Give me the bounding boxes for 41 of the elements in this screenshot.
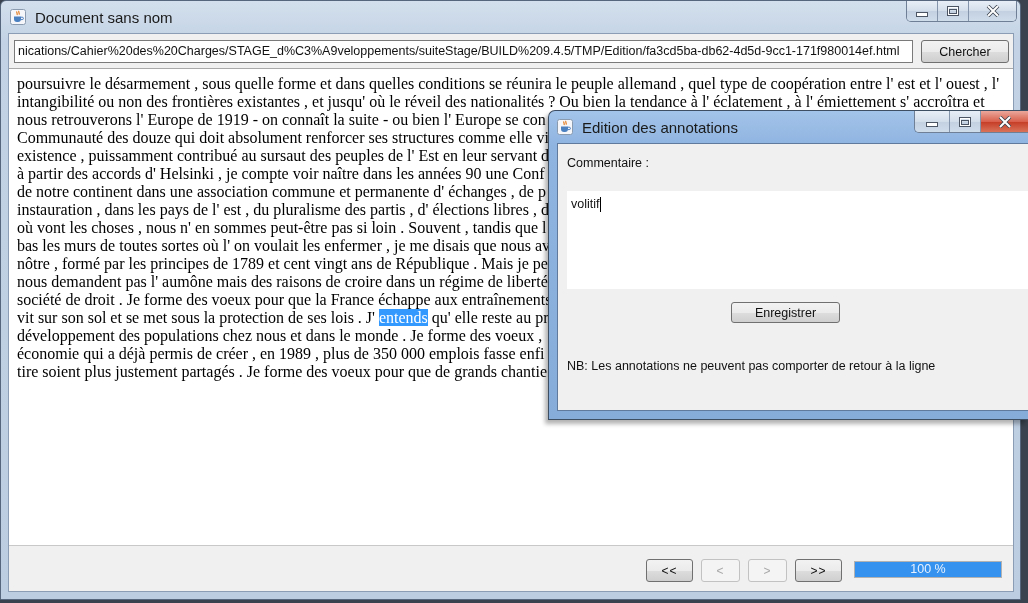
maximize-icon [959, 116, 971, 127]
text-line: développement des populations chez nous et dans le monde . Je forme des voeux , [17, 327, 543, 345]
text-line: existence , puissamment contribué au sursaut des peuples de l' Est en leur servant d [17, 147, 550, 165]
comment-field[interactable]: volitif [567, 191, 1028, 289]
text-line: nous retrouverons l' Europe de 1919 - on connaît la suite - ou bien l' Europe se con [17, 111, 546, 129]
close-icon [985, 5, 1000, 17]
text-line: nous demandent pas l' aumône mais des raisons de croire dans un régime de liberté [17, 273, 548, 291]
text-line: instauration , dans les pays de l' est , du pluralisme des partis , d' élections libres , d [17, 201, 549, 219]
close-button[interactable] [969, 1, 1016, 21]
text-line: Communauté des douze qui doit absolument renforcer ses structures comme elle vi [17, 129, 549, 147]
maximize-button[interactable] [938, 1, 969, 21]
minimize-button[interactable] [915, 111, 950, 132]
maximize-icon [947, 6, 959, 16]
close-button[interactable] [981, 111, 1028, 132]
window-title: Document sans nom [35, 8, 173, 26]
close-icon [997, 115, 1012, 128]
coffee-cup-icon [557, 119, 573, 135]
coffee-cup-icon [10, 9, 26, 25]
page-nav-button[interactable]: >> [795, 559, 842, 582]
text-line: nôtre , formé par les principes de 1789 et cent vingt ans de République . Mais je pe [17, 255, 548, 273]
save-button[interactable]: Enregistrer [731, 302, 840, 323]
search-button[interactable]: Chercher [921, 40, 1009, 63]
text-line: intangibilité ou non des frontières existantes , et jusqu' où le réveil des nationalités ? Ou bien la tendance à l' éclatement , à l' émiettement s' accroîtra et [17, 93, 985, 111]
minimize-button[interactable] [907, 1, 938, 21]
text-line: poursuivre le désarmement , sous quelle forme et dans quelles conditions se réunira le peuple allemand , quel type de coopération entre l' est et l' ouest , l' [17, 75, 1000, 93]
maximize-button[interactable] [950, 111, 981, 132]
dialog-title: Edition des annotations [582, 118, 738, 136]
minimize-icon [926, 122, 938, 127]
text-line: de notre continent dans une association commune et permanente d' échanges , de p [17, 183, 546, 201]
text-line: société de droit . Je forme des voeux pour que la France échappe aux entraînements [17, 291, 552, 309]
text-line: économie qui a déjà permis de créer , en 1989 , plus de 350 000 emplois fasse enfi [17, 345, 545, 363]
text-line: où vont les choses , nous n' en sommes peut-être pas si loin . Souvent , tandis que l [17, 219, 547, 237]
page-nav-button[interactable]: << [646, 559, 693, 582]
text-line: tire soient plus justement partagés . Je forme des voeux pour que de grands chantie [17, 363, 548, 381]
url-field[interactable]: nications/Cahier%20des%20Charges/STAGE_d%C3%A9veloppements/suiteStage/BUILD%209.4.5/TMP/Edition/fa3cd5ba-db62-4d5d-9cc1-171f980014ef.html [14, 40, 913, 63]
text-line: à partir des accords d' Helsinki , je compte voir naître dans les années 90 une Conf [17, 165, 545, 183]
minimize-icon [916, 11, 928, 17]
note-text: NB: Les annotations ne peuvent pas comporter de retour à la ligne [567, 359, 936, 374]
comment-label: Commentaire : [567, 156, 649, 171]
progress-label: 100 % [910, 562, 946, 577]
text-line: vit sur son sol et se met sous la protection de ses lois . J' entends qu' elle reste au pr [17, 309, 549, 327]
